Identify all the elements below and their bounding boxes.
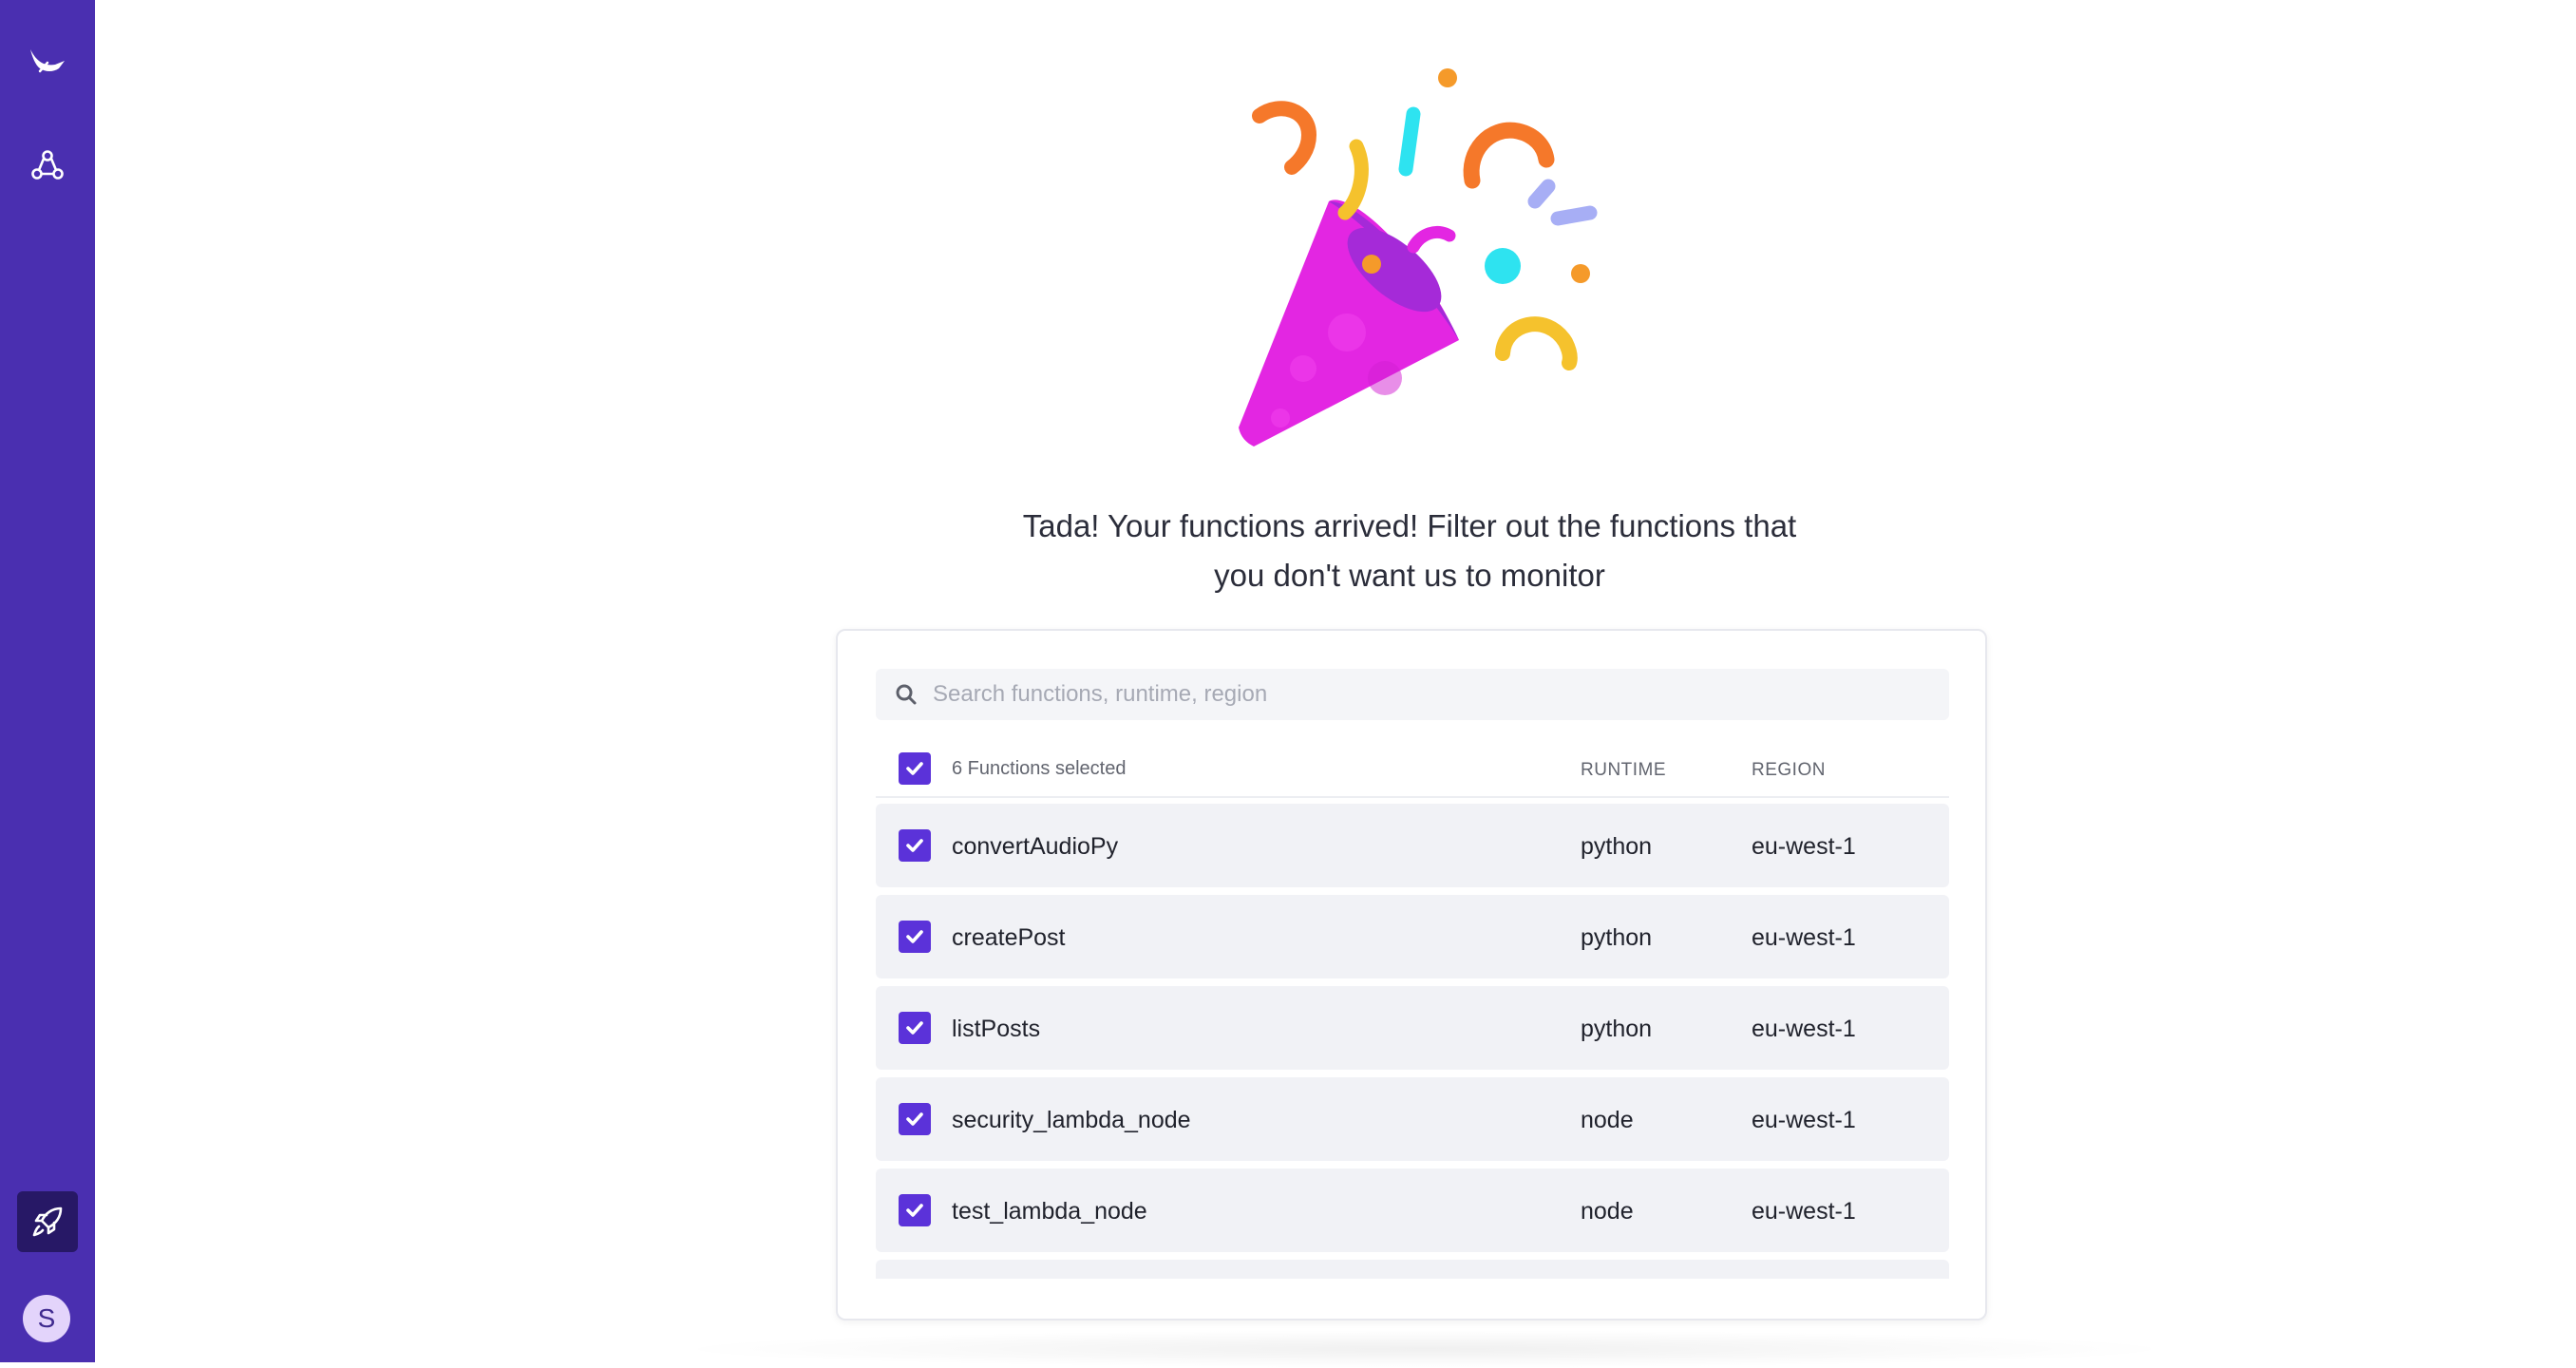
check-icon [906,1021,923,1035]
function-region: eu-west-1 [1752,833,1856,860]
region-column-header: REGION [1752,760,1826,780]
rocket-icon[interactable] [17,1191,78,1252]
table-row[interactable]: convertAudioPy python eu-west-1 [876,804,1949,887]
bird-logo-icon[interactable] [17,27,78,87]
function-runtime: node [1581,1198,1634,1225]
integrations-icon[interactable] [17,135,78,196]
sidebar: S [0,0,95,1362]
avatar[interactable]: S [23,1295,70,1342]
search-input[interactable] [933,681,1930,708]
heading-line-1: Tada! Your functions arrived! Filter out… [1022,508,1797,543]
check-icon [906,762,923,775]
function-runtime: python [1581,924,1653,951]
functions-list: convertAudioPy python eu-west-1 createPo… [876,804,1949,1279]
check-icon [906,1112,923,1126]
runtime-column-header: RUNTIME [1581,760,1667,780]
function-region: eu-west-1 [1752,924,1856,951]
check-icon [906,839,923,852]
row-checkbox[interactable] [899,1012,931,1044]
function-name: security_lambda_node [952,1107,1191,1133]
select-all-checkbox[interactable] [899,752,931,785]
table-row[interactable]: createPost python eu-west-1 [876,895,1949,978]
search-icon [896,684,917,705]
function-name: test_lambda_node [952,1198,1147,1225]
function-name: createPost [952,924,1066,951]
search-bar[interactable] [876,669,1949,720]
footer-shadow [665,1330,2185,1368]
row-checkbox[interactable] [899,1103,931,1135]
row-checkbox[interactable] [899,829,931,862]
table-row[interactable]: security_lambda_node node eu-west-1 [876,1077,1949,1161]
heading-line-2: you don't want us to monitor [1214,558,1605,593]
selected-count-label: 6 Functions selected [952,758,1127,779]
function-name: listPosts [952,1016,1041,1042]
table-row[interactable]: test_lambda_node node eu-west-1 [876,1168,1949,1252]
function-region: eu-west-1 [1752,1107,1856,1133]
function-runtime: node [1581,1107,1634,1133]
party-popper-icon [1239,68,1598,446]
row-checkbox[interactable] [899,921,931,953]
functions-card: 6 Functions selected RUNTIME REGION conv… [836,629,1987,1320]
onboarding-heading: Tada! Your functions arrived! Filter out… [935,502,1885,600]
function-runtime: python [1581,1016,1653,1042]
function-runtime: python [1581,833,1653,860]
check-icon [906,930,923,943]
function-region: eu-west-1 [1752,1198,1856,1225]
table-row[interactable]: listPosts python eu-west-1 [876,986,1949,1070]
function-name: convertAudioPy [952,833,1119,860]
function-region: eu-west-1 [1752,1016,1856,1042]
table-header: 6 Functions selected RUNTIME REGION [876,745,1949,798]
check-icon [906,1204,923,1217]
row-checkbox[interactable] [899,1194,931,1226]
table-row-partial[interactable] [876,1260,1949,1279]
